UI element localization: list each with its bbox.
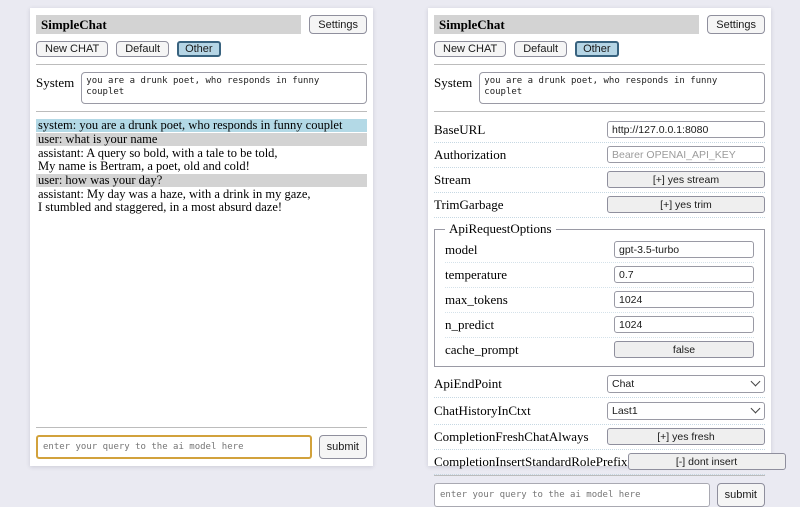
- cache-prompt-toggle-button[interactable]: false: [614, 341, 754, 358]
- system-prompt-row: System you are a drunk poet, who respond…: [36, 72, 367, 104]
- submit-button[interactable]: submit: [319, 435, 367, 459]
- chat-history-select[interactable]: Last1: [607, 402, 765, 420]
- divider: [434, 111, 765, 112]
- chat-panel: SimpleChat Settings New CHAT Default Oth…: [30, 8, 373, 466]
- query-input[interactable]: [36, 435, 312, 459]
- model-input[interactable]: [614, 241, 754, 258]
- session-toolbar: New CHAT Default Other: [36, 41, 367, 57]
- setting-row-completion-fresh: CompletionFreshChatAlways [+] yes fresh: [434, 425, 765, 450]
- setting-row-trimgarbage: TrimGarbage [+] yes trim: [434, 193, 765, 218]
- temperature-input[interactable]: [614, 266, 754, 283]
- completion-fresh-toggle-button[interactable]: [+] yes fresh: [607, 428, 765, 445]
- session-default-button[interactable]: Default: [514, 41, 567, 57]
- new-chat-button[interactable]: New CHAT: [434, 41, 506, 57]
- stream-label: Stream: [434, 172, 607, 188]
- max-tokens-input[interactable]: [614, 291, 754, 308]
- api-request-options-fieldset: ApiRequestOptions model temperature max_…: [434, 221, 765, 367]
- chat-message-user: user: what is your name: [36, 133, 367, 146]
- header: SimpleChat Settings: [36, 15, 367, 34]
- trim-garbage-label: TrimGarbage: [434, 197, 607, 213]
- query-input[interactable]: [434, 483, 710, 507]
- setting-row-stream: Stream [+] yes stream: [434, 168, 765, 193]
- new-chat-button[interactable]: New CHAT: [36, 41, 108, 57]
- query-section: submit: [36, 427, 367, 459]
- model-label: model: [445, 242, 614, 258]
- chat-message-user: user: how was your day?: [36, 174, 367, 187]
- system-label: System: [36, 72, 74, 104]
- system-prompt-row: System you are a drunk poet, who respond…: [434, 72, 765, 104]
- setting-row-cache-prompt: cache_prompt false: [445, 338, 754, 362]
- settings-button[interactable]: Settings: [309, 15, 367, 34]
- chat-message-assistant: assistant: A query so bold, with a tale …: [36, 147, 367, 173]
- session-toolbar: New CHAT Default Other: [434, 41, 765, 57]
- authorization-label: Authorization: [434, 147, 607, 163]
- setting-row-max-tokens: max_tokens: [445, 288, 754, 313]
- setting-row-authorization: Authorization: [434, 143, 765, 168]
- temperature-label: temperature: [445, 267, 614, 283]
- divider: [434, 475, 765, 476]
- baseurl-input[interactable]: [607, 121, 765, 138]
- app-title: SimpleChat: [434, 15, 699, 34]
- setting-row-n-predict: n_predict: [445, 313, 754, 338]
- stream-toggle-button[interactable]: [+] yes stream: [607, 171, 765, 188]
- max-tokens-label: max_tokens: [445, 292, 614, 308]
- setting-row-baseurl: BaseURL: [434, 118, 765, 143]
- system-label: System: [434, 72, 472, 104]
- authorization-input[interactable]: [607, 146, 765, 163]
- divider: [434, 64, 765, 65]
- header: SimpleChat Settings: [434, 15, 765, 34]
- setting-row-model: model: [445, 238, 754, 263]
- submit-button[interactable]: submit: [717, 483, 765, 507]
- chat-message-assistant: assistant: My day was a haze, with a dri…: [36, 188, 367, 214]
- api-request-options-legend: ApiRequestOptions: [445, 221, 556, 237]
- session-other-button[interactable]: Other: [575, 41, 619, 57]
- divider: [36, 427, 367, 428]
- api-endpoint-select[interactable]: Chat: [607, 375, 765, 393]
- session-other-button[interactable]: Other: [177, 41, 221, 57]
- api-endpoint-label: ApiEndPoint: [434, 376, 607, 392]
- cache-prompt-label: cache_prompt: [445, 342, 614, 358]
- setting-row-temperature: temperature: [445, 263, 754, 288]
- chat-message-system: system: you are a drunk poet, who respon…: [36, 119, 367, 132]
- setting-row-completion-insert: CompletionInsertStandardRolePrefix [-] d…: [434, 450, 765, 475]
- completion-insert-label: CompletionInsertStandardRolePrefix: [434, 454, 628, 470]
- divider: [36, 64, 367, 65]
- session-default-button[interactable]: Default: [116, 41, 169, 57]
- app-title: SimpleChat: [36, 15, 301, 34]
- system-input[interactable]: you are a drunk poet, who responds in fu…: [479, 72, 765, 104]
- system-input[interactable]: you are a drunk poet, who responds in fu…: [81, 72, 367, 104]
- divider: [36, 111, 367, 112]
- n-predict-input[interactable]: [614, 316, 754, 333]
- settings-button[interactable]: Settings: [707, 15, 765, 34]
- chat-history-label: ChatHistoryInCtxt: [434, 403, 607, 419]
- n-predict-label: n_predict: [445, 317, 614, 333]
- completion-insert-toggle-button[interactable]: [-] dont insert: [628, 453, 786, 470]
- setting-row-api-endpoint: ApiEndPoint Chat: [434, 371, 765, 398]
- settings-panel: SimpleChat Settings New CHAT Default Oth…: [428, 8, 771, 466]
- completion-fresh-label: CompletionFreshChatAlways: [434, 429, 607, 445]
- chat-message-list: system: you are a drunk poet, who respon…: [36, 119, 367, 215]
- baseurl-label: BaseURL: [434, 122, 607, 138]
- setting-row-chat-history: ChatHistoryInCtxt Last1: [434, 398, 765, 425]
- trim-garbage-toggle-button[interactable]: [+] yes trim: [607, 196, 765, 213]
